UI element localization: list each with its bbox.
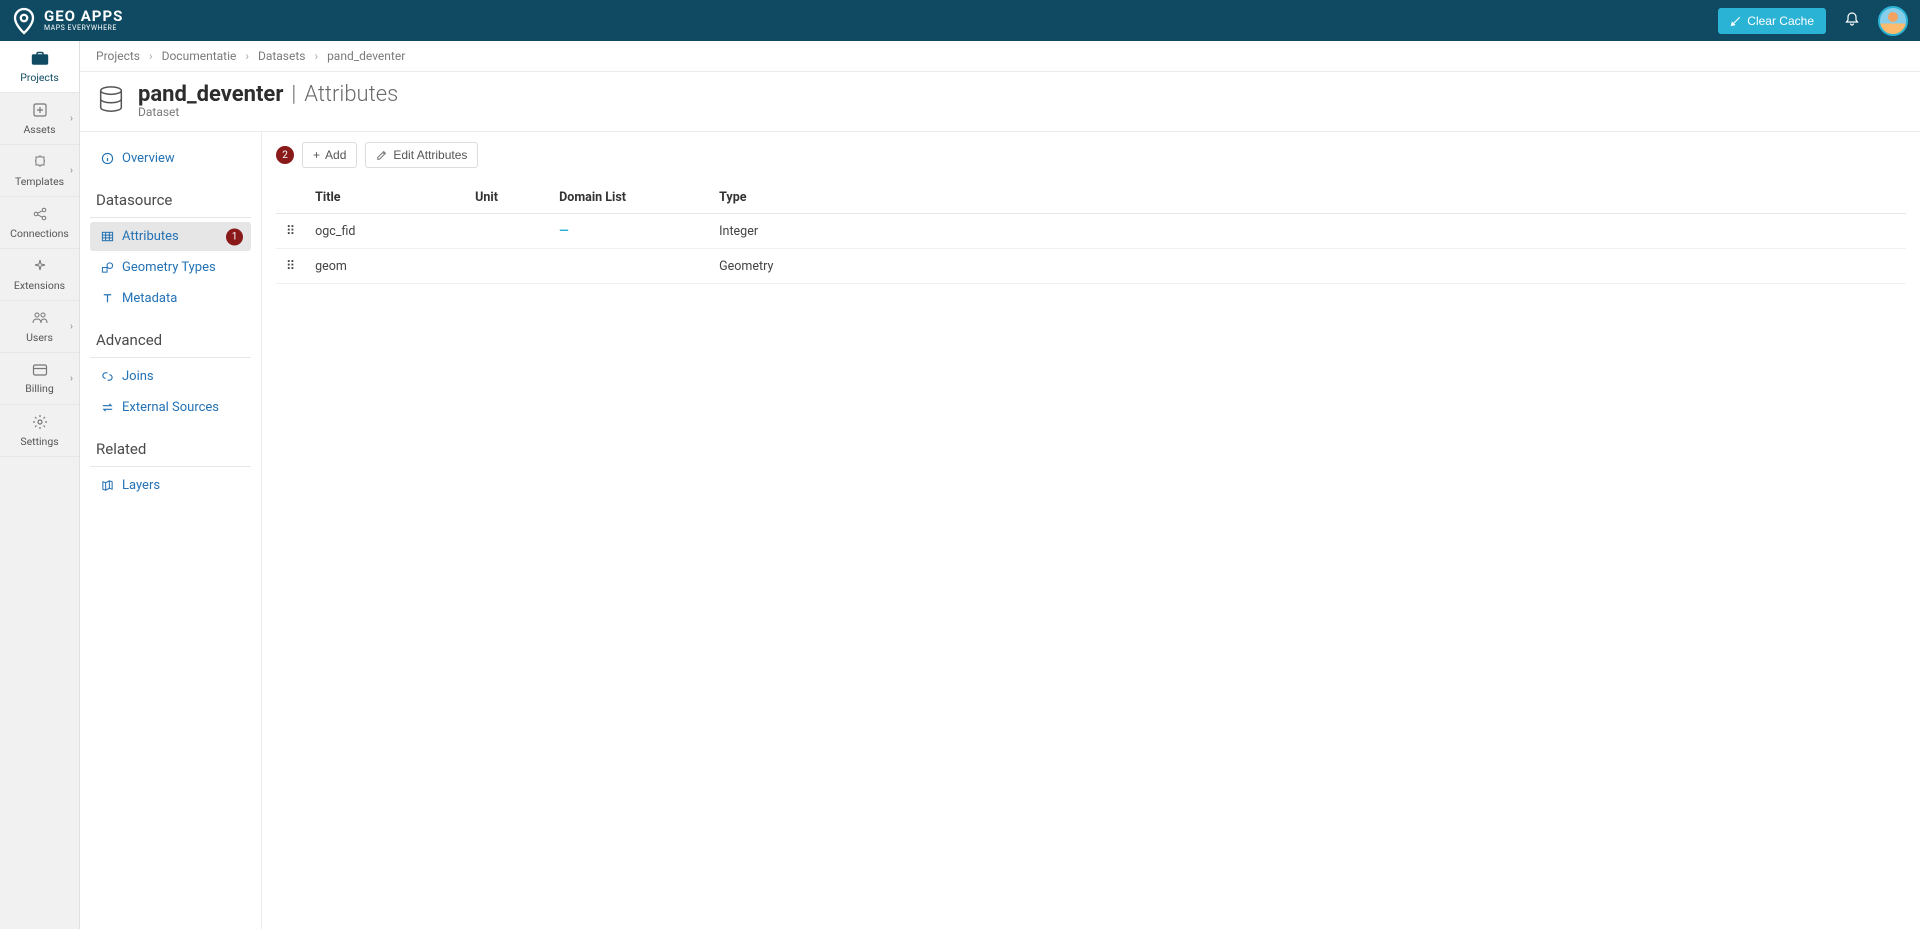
snav-external-sources[interactable]: External Sources — [90, 393, 251, 422]
toolbar-step-badge: 2 — [276, 146, 294, 164]
plus-icon: + — [313, 148, 320, 162]
briefcase-icon — [31, 50, 49, 69]
clear-cache-button[interactable]: Clear Cache — [1718, 8, 1826, 34]
cell-title: geom — [305, 249, 465, 284]
chevron-right-icon: › — [70, 321, 73, 332]
col-type: Type — [709, 182, 1906, 214]
text-icon — [100, 292, 114, 305]
cell-unit — [465, 249, 549, 284]
breadcrumb-current: pand_deventer — [327, 49, 405, 63]
nav-projects[interactable]: Projects — [0, 41, 79, 93]
map-pin-icon — [12, 7, 36, 35]
user-avatar[interactable] — [1878, 6, 1908, 36]
snav-group-datasource: Datasource — [90, 185, 251, 213]
edit-icon — [376, 149, 388, 161]
chevron-right-icon: › — [70, 165, 73, 176]
add-button[interactable]: + Add — [302, 142, 357, 168]
brand-logo[interactable]: GEO APPS MAPS EVERYWHERE — [12, 7, 123, 35]
snav-overview[interactable]: Overview — [90, 144, 251, 173]
nav-templates[interactable]: Templates › — [0, 145, 79, 197]
brand-title: GEO APPS — [44, 9, 123, 24]
attributes-badge: 1 — [226, 228, 243, 245]
snav-group-related: Related — [90, 434, 251, 462]
info-icon — [100, 152, 114, 165]
page-subtype: Dataset — [138, 105, 398, 119]
cell-type: Geometry — [709, 249, 1906, 284]
title-bar: pand_deventer | Attributes Dataset — [80, 72, 1920, 132]
snav-attributes[interactable]: Attributes 1 — [90, 222, 251, 251]
cell-title: ogc_fid — [305, 214, 465, 249]
table-row[interactable]: ⠿ ogc_fid — Integer — [276, 214, 1906, 249]
cell-unit — [465, 214, 549, 249]
breadcrumb-documentatie[interactable]: Documentatie — [162, 49, 237, 63]
attributes-table: Title Unit Domain List Type ⠿ ogc_fid — — [276, 182, 1906, 284]
exchange-icon — [100, 401, 114, 414]
secondary-nav: Overview Datasource Attributes 1 Geometr… — [80, 132, 262, 929]
chevron-right-icon: › — [70, 373, 73, 384]
puzzle-icon — [32, 154, 48, 173]
map-icon — [100, 479, 114, 492]
nav-billing[interactable]: Billing › — [0, 353, 79, 405]
plus-square-icon — [32, 102, 48, 121]
snav-geometry-types[interactable]: Geometry Types — [90, 253, 251, 282]
breadcrumb: Projects › Documentatie › Datasets › pan… — [80, 41, 1920, 72]
edit-attributes-button[interactable]: Edit Attributes — [365, 142, 478, 168]
snav-group-advanced: Advanced — [90, 325, 251, 353]
breadcrumb-projects[interactable]: Projects — [96, 49, 140, 63]
snav-metadata[interactable]: Metadata — [90, 284, 251, 313]
drag-handle-icon[interactable]: ⠿ — [276, 214, 305, 249]
nav-assets[interactable]: Assets › — [0, 93, 79, 145]
col-domain: Domain List — [549, 182, 709, 214]
primary-nav: Projects Assets › Templates › Connection… — [0, 41, 80, 929]
cell-domain: — — [549, 214, 709, 249]
users-icon — [31, 310, 49, 329]
brand-subtitle: MAPS EVERYWHERE — [44, 25, 123, 32]
page-title: pand_deventer — [138, 82, 283, 107]
cell-type: Integer — [709, 214, 1906, 249]
nav-connections[interactable]: Connections — [0, 197, 79, 249]
table-row[interactable]: ⠿ geom Geometry — [276, 249, 1906, 284]
sparkle-icon — [32, 258, 48, 277]
table-icon — [100, 230, 114, 243]
snav-joins[interactable]: Joins — [90, 362, 251, 391]
share-nodes-icon — [32, 206, 48, 225]
broom-icon — [1730, 15, 1742, 27]
notifications-icon[interactable] — [1844, 11, 1860, 31]
nav-users[interactable]: Users › — [0, 301, 79, 353]
attributes-panel: 2 + Add Edit Attributes Title — [262, 132, 1920, 929]
col-title: Title — [305, 182, 465, 214]
col-unit: Unit — [465, 182, 549, 214]
cell-domain — [549, 249, 709, 284]
top-header: GEO APPS MAPS EVERYWHERE Clear Cache — [0, 0, 1920, 41]
breadcrumb-datasets[interactable]: Datasets — [258, 49, 306, 63]
credit-card-icon — [32, 363, 48, 380]
toolbar: 2 + Add Edit Attributes — [276, 142, 1906, 168]
link-icon — [100, 370, 114, 383]
database-icon — [96, 84, 126, 118]
shapes-icon — [100, 261, 114, 274]
drag-handle-icon[interactable]: ⠿ — [276, 249, 305, 284]
gear-icon — [32, 414, 48, 433]
snav-layers[interactable]: Layers — [90, 471, 251, 500]
nav-settings[interactable]: Settings — [0, 405, 79, 457]
page-section: Attributes — [304, 82, 398, 107]
nav-extensions[interactable]: Extensions — [0, 249, 79, 301]
chevron-right-icon: › — [70, 113, 73, 124]
